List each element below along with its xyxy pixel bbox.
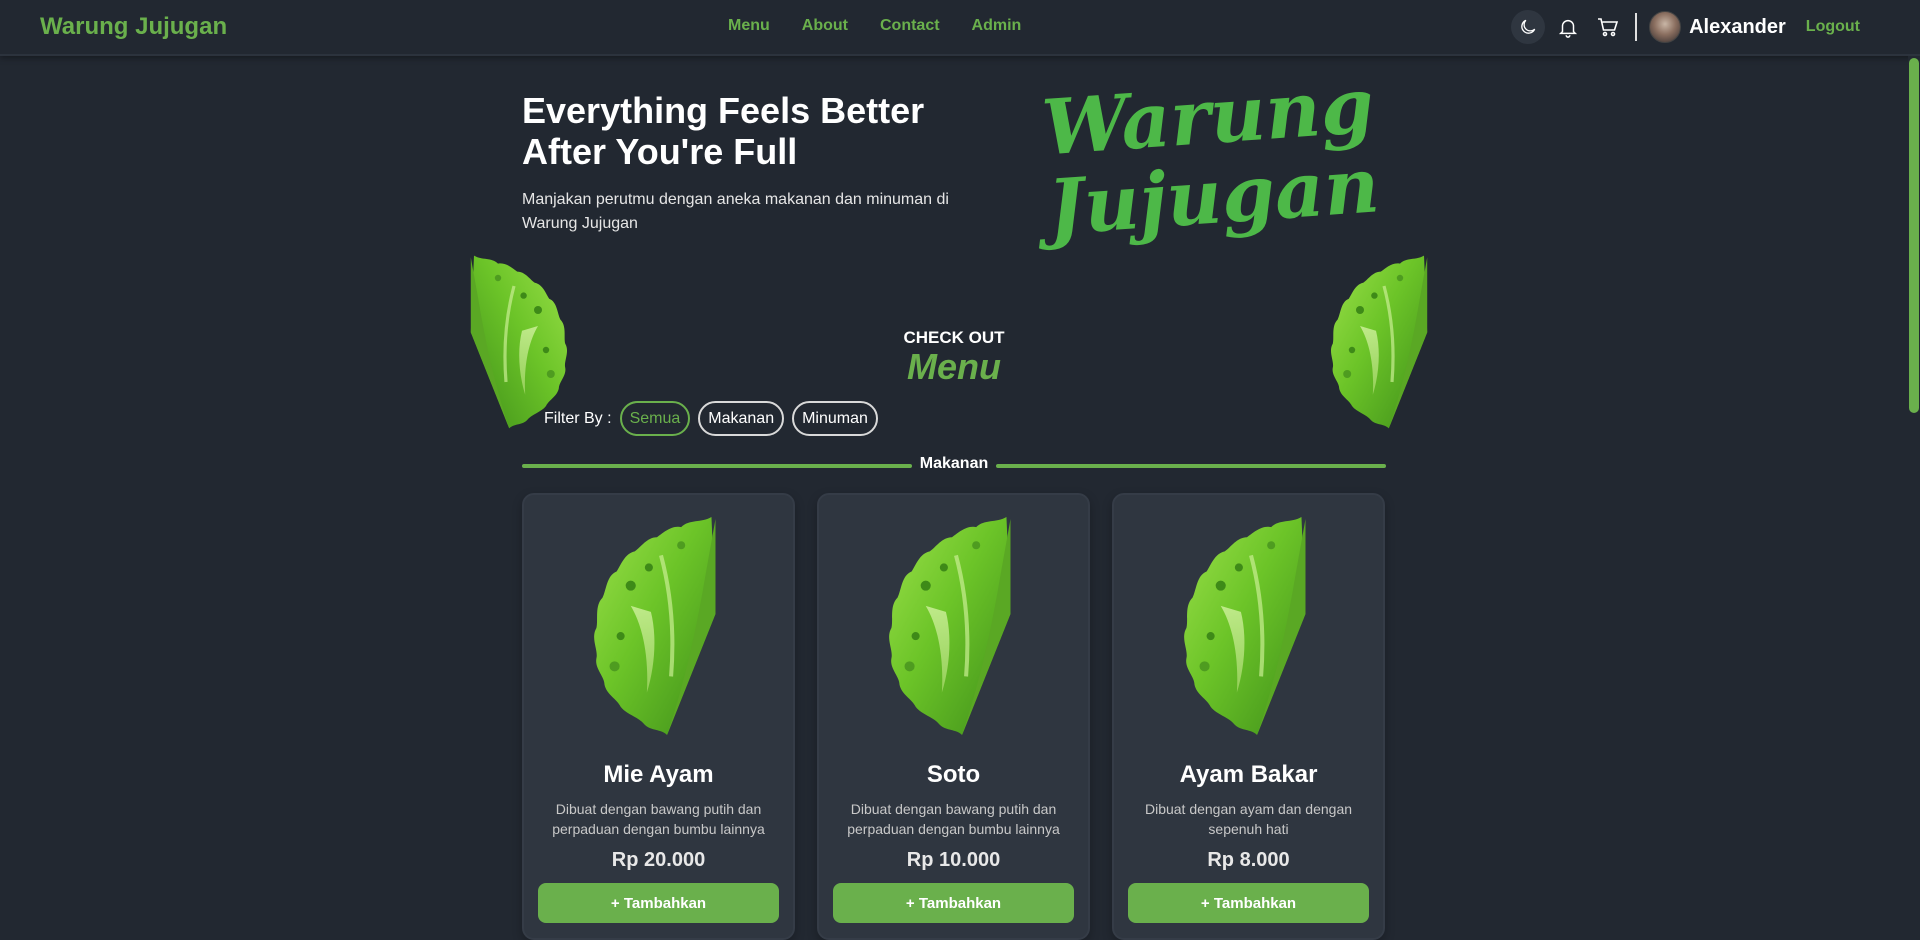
menu-item-image <box>881 515 1031 737</box>
menu-item-image <box>1176 515 1326 737</box>
nav-link-contact[interactable]: Contact <box>880 17 940 35</box>
add-to-cart-button[interactable]: + Tambahkan <box>538 883 779 923</box>
bell-icon[interactable] <box>1551 10 1585 44</box>
hero-title: Everything Feels Better After You're Ful… <box>522 90 925 172</box>
logout-link[interactable]: Logout <box>1806 18 1860 36</box>
add-to-cart-button[interactable]: + Tambahkan <box>1128 883 1369 923</box>
cart-icon[interactable] <box>1591 10 1625 44</box>
menu-item-name: Soto <box>926 761 981 788</box>
menu-card: Soto Dibuat dengan bawang putih dan perp… <box>817 493 1090 940</box>
nav-divider <box>1635 13 1638 41</box>
menu-item-price: Rp 20.000 <box>611 849 706 871</box>
section-eyebrow: CHECK OUT <box>903 328 1005 347</box>
hero-subtitle: Manjakan perutmu dengan aneka makanan da… <box>522 191 949 232</box>
scrollbar-thumb[interactable] <box>1909 58 1919 413</box>
add-to-cart-button[interactable]: + Tambahkan <box>833 883 1074 923</box>
hero-logo: Warung Jujugan <box>1039 61 1383 253</box>
nav-link-menu[interactable]: Menu <box>728 17 770 35</box>
moon-icon[interactable] <box>1511 10 1546 44</box>
nav-link-admin[interactable]: Admin <box>972 17 1022 35</box>
brand-logo[interactable]: Warung Jujugan <box>40 13 227 41</box>
menu-item-description: Dibuat dengan ayam dan dengan sepenuh ha… <box>1144 801 1353 837</box>
nav-link-about[interactable]: About <box>802 17 848 35</box>
category-divider: Makanan <box>522 454 1386 476</box>
menu-item-price: Rp 10.000 <box>906 849 1001 871</box>
filter-label: Filter By : <box>544 409 612 427</box>
divider-line-right <box>996 464 1386 468</box>
hero-logo-line2: Jujugan <box>1045 140 1383 253</box>
username[interactable]: Alexander <box>1689 16 1786 39</box>
nav-right: Alexander Logout <box>1505 10 1860 44</box>
navbar: Warung Jujugan Menu About Contact Admin … <box>0 0 1920 56</box>
menu-card: Ayam Bakar Dibuat dengan ayam dan dengan… <box>1112 493 1385 940</box>
menu-item-image <box>586 515 736 737</box>
menu-item-name: Ayam Bakar <box>1179 761 1318 788</box>
filter-semua[interactable]: Semua <box>619 401 691 436</box>
nav-links: Menu About Contact Admin <box>728 17 1021 35</box>
filter-bar: Filter By : Semua Makanan Minuman <box>544 401 886 436</box>
section-heading: Menu <box>907 346 1001 387</box>
menu-item-name: Mie Ayam <box>603 761 714 788</box>
menu-item-price: Rp 8.000 <box>1207 849 1290 871</box>
filter-minuman[interactable]: Minuman <box>792 401 878 436</box>
menu-item-description: Dibuat dengan bawang putih dan perpaduan… <box>552 801 765 837</box>
menu-item-description: Dibuat dengan bawang putih dan perpaduan… <box>847 801 1060 837</box>
filter-makanan[interactable]: Makanan <box>698 401 785 436</box>
menu-card: Mie Ayam Dibuat dengan bawang putih dan … <box>522 493 795 940</box>
menu-grid: Mie Ayam Dibuat dengan bawang putih dan … <box>522 493 1385 940</box>
avatar[interactable] <box>1649 11 1682 43</box>
